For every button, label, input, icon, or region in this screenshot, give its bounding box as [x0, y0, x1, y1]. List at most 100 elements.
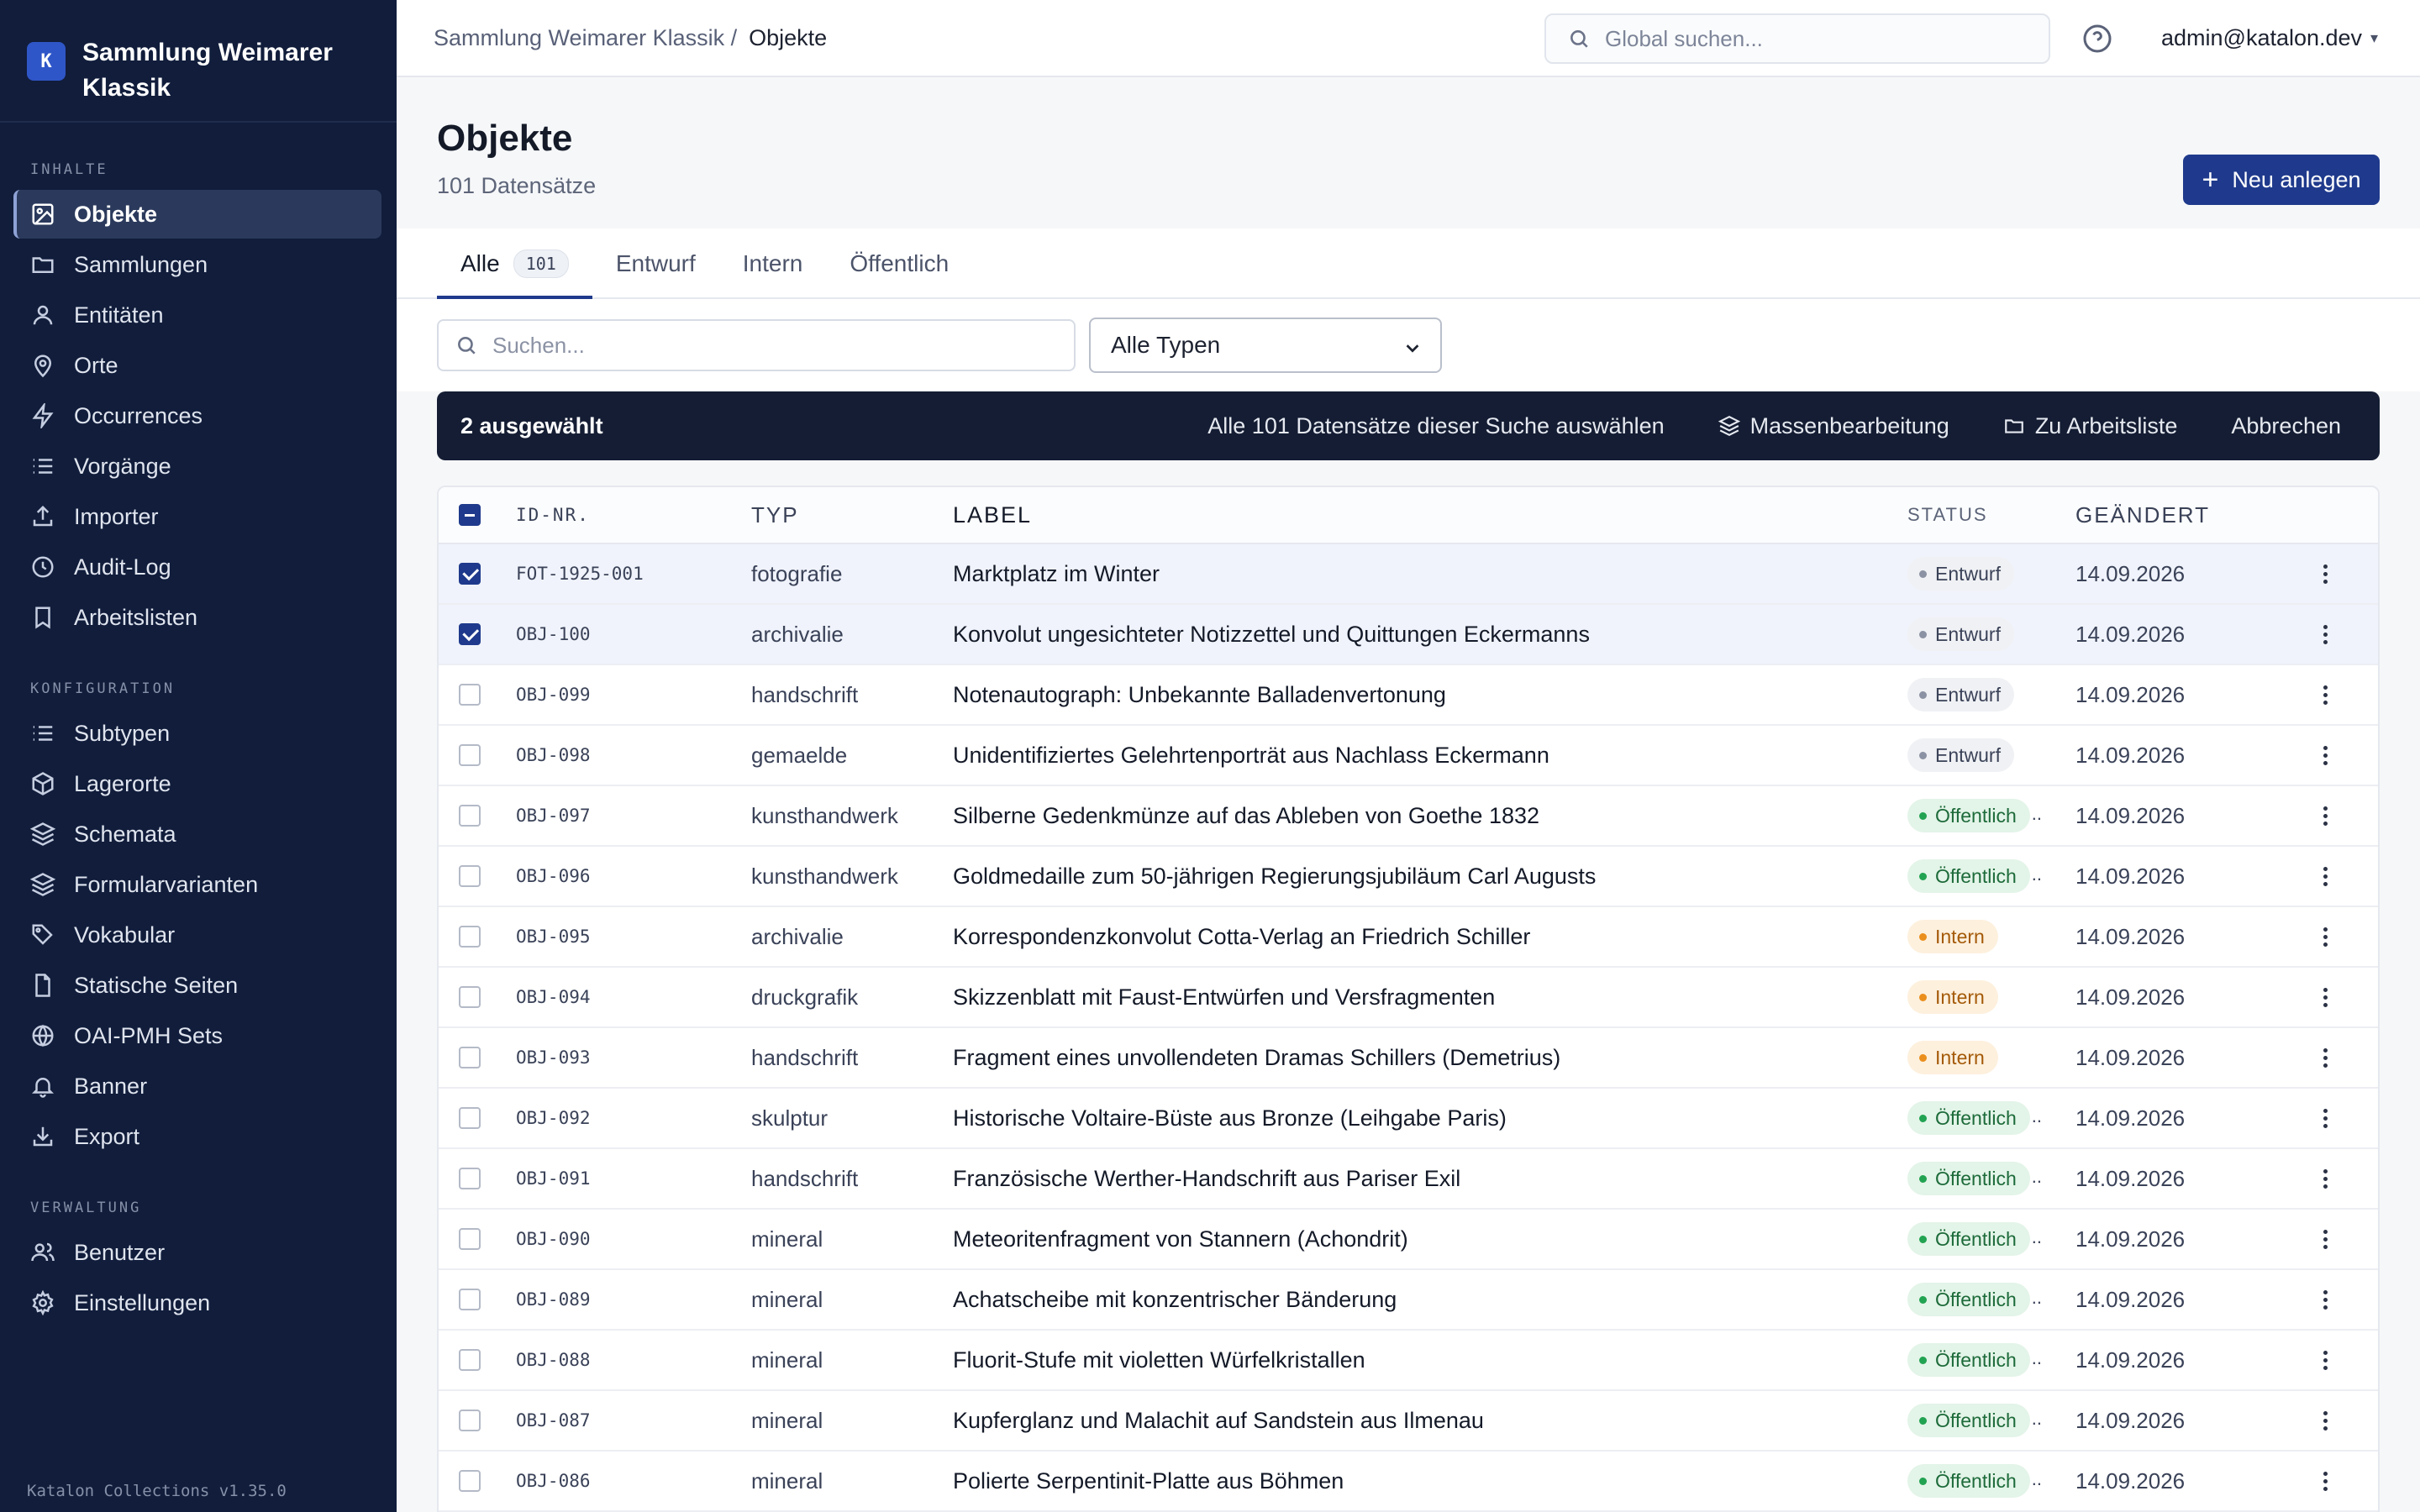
- row-checkbox[interactable]: [459, 563, 481, 585]
- table-row[interactable]: OBJ-092 skulptur Historische Voltaire-Bü…: [439, 1089, 2378, 1149]
- row-checkbox[interactable]: [459, 1349, 481, 1371]
- sidebar-item-importer[interactable]: Importer: [13, 492, 381, 541]
- cancel-selection-button[interactable]: Abbrechen: [2231, 413, 2341, 439]
- add-to-worklist-button[interactable]: Zu Arbeitsliste: [2003, 413, 2177, 439]
- sidebar-item-export[interactable]: Export: [13, 1112, 381, 1161]
- mass-edit-button[interactable]: Massenbearbeitung: [1718, 413, 1949, 439]
- table-row[interactable]: OBJ-098 gemaelde Unidentifiziertes Geleh…: [439, 726, 2378, 786]
- tab-alle[interactable]: Alle 101: [437, 228, 592, 299]
- row-checkbox[interactable]: [459, 986, 481, 1008]
- sidebar-item-audit-log[interactable]: Audit-Log: [13, 543, 381, 591]
- row-checkbox[interactable]: [459, 1410, 481, 1431]
- row-label[interactable]: Historische Voltaire-Büste aus Bronze (L…: [953, 1105, 1907, 1131]
- row-label[interactable]: Korrespondenzkonvolut Cotta-Verlag an Fr…: [953, 924, 1907, 950]
- more-vertical-icon[interactable]: [2312, 1105, 2338, 1131]
- table-row[interactable]: OBJ-088 mineral Fluorit-Stufe mit violet…: [439, 1331, 2378, 1391]
- table-row[interactable]: OBJ-096 kunsthandwerk Goldmedaille zum 5…: [439, 847, 2378, 907]
- sidebar-item-occurrences[interactable]: Occurrences: [13, 391, 381, 440]
- table-row[interactable]: OBJ-089 mineral Achatscheibe mit konzent…: [439, 1270, 2378, 1331]
- row-checkbox[interactable]: [459, 926, 481, 948]
- row-label[interactable]: Marktplatz im Winter: [953, 561, 1907, 587]
- more-vertical-icon[interactable]: [2312, 622, 2338, 647]
- select-all-checkbox[interactable]: [459, 504, 481, 526]
- select-all-button[interactable]: Alle 101 Datensätze dieser Suche auswähl…: [1207, 413, 1664, 439]
- sidebar-item-subtypen[interactable]: Subtypen: [13, 709, 381, 758]
- table-row[interactable]: OBJ-095 archivalie Korrespondenzkonvolut…: [439, 907, 2378, 968]
- row-checkbox[interactable]: [459, 1107, 481, 1129]
- row-label[interactable]: Polierte Serpentinit-Platte aus Böhmen: [953, 1468, 1907, 1494]
- row-checkbox[interactable]: [459, 744, 481, 766]
- table-search[interactable]: [437, 319, 1076, 371]
- row-label[interactable]: Skizzenblatt mit Faust-Entwürfen und Ver…: [953, 984, 1907, 1011]
- table-row[interactable]: OBJ-097 kunsthandwerk Silberne Gedenkmün…: [439, 786, 2378, 847]
- sidebar-item-orte[interactable]: Orte: [13, 341, 381, 390]
- table-row[interactable]: OBJ-094 druckgrafik Skizzenblatt mit Fau…: [439, 968, 2378, 1028]
- table-row[interactable]: FOT-1925-001 fotografie Marktplatz im Wi…: [439, 544, 2378, 605]
- row-label[interactable]: Silberne Gedenkmünze auf das Ableben von…: [953, 803, 1907, 829]
- row-label[interactable]: Goldmedaille zum 50-jährigen Regierungsj…: [953, 864, 1907, 890]
- column-header-id[interactable]: ID-NR.: [516, 505, 751, 525]
- row-label[interactable]: Kupferglanz und Malachit auf Sandstein a…: [953, 1408, 1907, 1434]
- table-row[interactable]: OBJ-093 handschrift Fragment eines unvol…: [439, 1028, 2378, 1089]
- sidebar-item-banner[interactable]: Banner: [13, 1062, 381, 1110]
- row-label[interactable]: Unidentifiziertes Gelehrtenporträt aus N…: [953, 743, 1907, 769]
- tab-entwurf[interactable]: Entwurf: [592, 228, 719, 299]
- sidebar-item-einstellungen[interactable]: Einstellungen: [13, 1278, 381, 1327]
- sidebar-item-objekte[interactable]: Objekte: [13, 190, 381, 239]
- table-row[interactable]: OBJ-099 handschrift Notenautograph: Unbe…: [439, 665, 2378, 726]
- row-label[interactable]: Meteoritenfragment von Stannern (Achondr…: [953, 1226, 1907, 1252]
- table-row[interactable]: OBJ-100 archivalie Konvolut ungesichtete…: [439, 605, 2378, 665]
- row-checkbox[interactable]: [459, 684, 481, 706]
- row-checkbox[interactable]: [459, 623, 481, 645]
- sidebar-item-lagerorte[interactable]: Lagerorte: [13, 759, 381, 808]
- user-menu[interactable]: admin@katalon.dev ▾: [2161, 25, 2378, 51]
- more-vertical-icon[interactable]: [2312, 743, 2338, 768]
- row-label[interactable]: Konvolut ungesichteter Notizzettel und Q…: [953, 622, 1907, 648]
- table-search-input[interactable]: [492, 332, 1064, 359]
- table-row[interactable]: OBJ-091 handschrift Französische Werther…: [439, 1149, 2378, 1210]
- more-vertical-icon[interactable]: [2312, 1045, 2338, 1070]
- table-row[interactable]: OBJ-086 mineral Polierte Serpentinit-Pla…: [439, 1452, 2378, 1512]
- sidebar-item-sammlungen[interactable]: Sammlungen: [13, 240, 381, 289]
- row-checkbox[interactable]: [459, 1168, 481, 1189]
- breadcrumb-parent[interactable]: Sammlung Weimarer Klassik /: [434, 25, 737, 51]
- global-search-input[interactable]: [1605, 25, 2042, 52]
- sidebar-item-arbeitslisten[interactable]: Arbeitslisten: [13, 593, 381, 642]
- column-header-type[interactable]: TYP: [751, 502, 953, 528]
- row-label[interactable]: Französische Werther-Handschrift aus Par…: [953, 1166, 1907, 1192]
- more-vertical-icon[interactable]: [2312, 1408, 2338, 1433]
- more-vertical-icon[interactable]: [2312, 1287, 2338, 1312]
- brand[interactable]: K Sammlung Weimarer Klassik: [0, 0, 397, 123]
- sidebar-item-benutzer[interactable]: Benutzer: [13, 1228, 381, 1277]
- sidebar-item-statische-seiten[interactable]: Statische Seiten: [13, 961, 381, 1010]
- more-vertical-icon[interactable]: [2312, 1226, 2338, 1252]
- tab-oeffentlich[interactable]: Öffentlich: [826, 228, 972, 299]
- more-vertical-icon[interactable]: [2312, 1468, 2338, 1494]
- more-vertical-icon[interactable]: [2312, 984, 2338, 1010]
- column-header-changed[interactable]: GEÄNDERT: [2075, 502, 2255, 528]
- global-search[interactable]: [1544, 13, 2050, 64]
- type-filter-select[interactable]: Alle Typen: [1089, 318, 1442, 373]
- row-label[interactable]: Achatscheibe mit konzentrischer Bänderun…: [953, 1287, 1907, 1313]
- sidebar-item-entitaeten[interactable]: Entitäten: [13, 291, 381, 339]
- row-label[interactable]: Fragment eines unvollendeten Dramas Schi…: [953, 1045, 1907, 1071]
- more-vertical-icon[interactable]: [2312, 561, 2338, 586]
- help-icon[interactable]: [2082, 24, 2112, 54]
- sidebar-item-oai-pmh-sets[interactable]: OAI-PMH Sets: [13, 1011, 381, 1060]
- sidebar-item-formularvarianten[interactable]: Formularvarianten: [13, 860, 381, 909]
- new-record-button[interactable]: + Neu anlegen: [2183, 155, 2380, 205]
- row-checkbox[interactable]: [459, 1228, 481, 1250]
- sidebar-item-vorgaenge[interactable]: Vorgänge: [13, 442, 381, 491]
- row-label[interactable]: Notenautograph: Unbekannte Balladenverto…: [953, 682, 1907, 708]
- more-vertical-icon[interactable]: [2312, 864, 2338, 889]
- row-checkbox[interactable]: [459, 805, 481, 827]
- column-header-status[interactable]: STATUS: [1907, 504, 2075, 526]
- table-row[interactable]: OBJ-087 mineral Kupferglanz und Malachit…: [439, 1391, 2378, 1452]
- sidebar-item-vokabular[interactable]: Vokabular: [13, 911, 381, 959]
- row-checkbox[interactable]: [459, 1289, 481, 1310]
- row-label[interactable]: Fluorit-Stufe mit violetten Würfelkrista…: [953, 1347, 1907, 1373]
- more-vertical-icon[interactable]: [2312, 1166, 2338, 1191]
- tab-intern[interactable]: Intern: [719, 228, 827, 299]
- more-vertical-icon[interactable]: [2312, 682, 2338, 707]
- column-header-label[interactable]: LABEL: [953, 502, 1907, 528]
